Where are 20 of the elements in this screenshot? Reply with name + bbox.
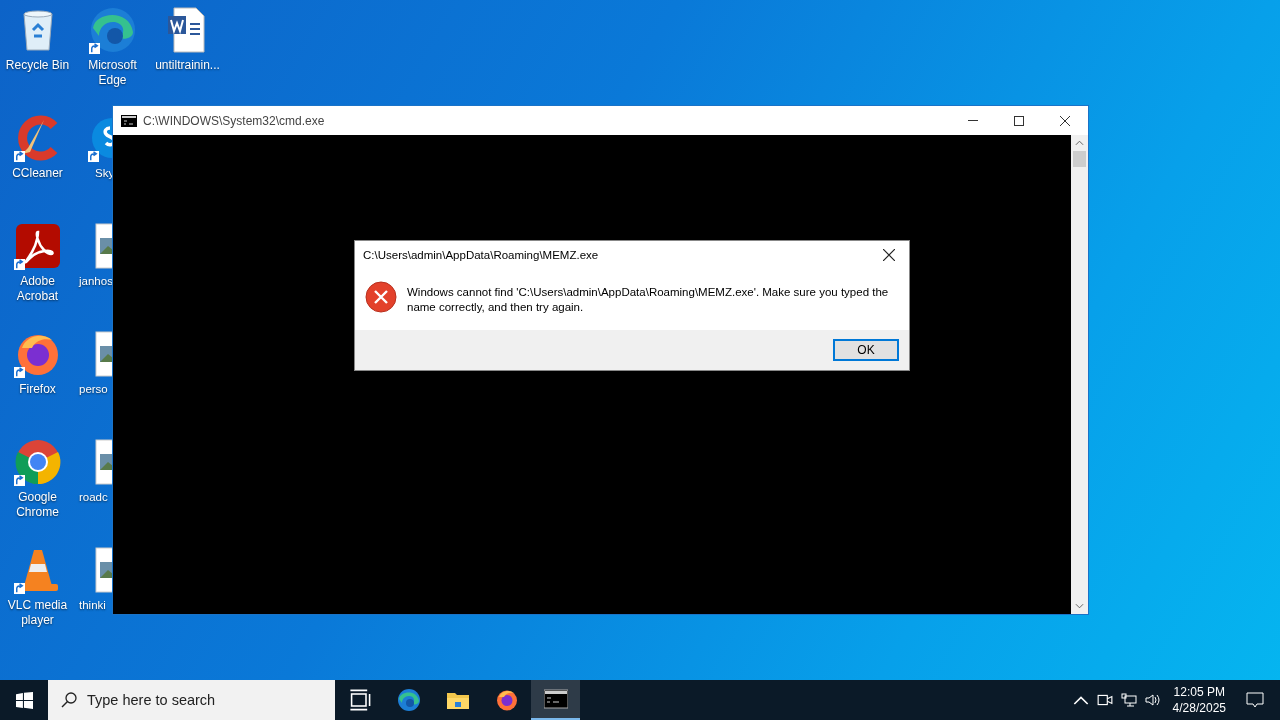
desktop-icon-label[interactable]: Recycle Bin	[0, 58, 75, 73]
clock-date[interactable]: 4/28/2025	[1172, 700, 1226, 716]
dialog-title: C:\Users\admin\AppData\Roaming\MEMZ.exe	[363, 249, 599, 261]
desktop-icon-label[interactable]: perso	[79, 382, 108, 397]
ok-button[interactable]: OK	[833, 339, 899, 361]
desktop-icon-label[interactable]: Google Chrome	[0, 490, 75, 520]
desktop-icon-label[interactable]: Sky	[95, 166, 115, 181]
desktop-icon-label[interactable]: untiltrainin...	[150, 58, 225, 73]
clock-time[interactable]: 12:05 PM	[1173, 684, 1225, 700]
desktop-icon-label[interactable]: thinki	[79, 598, 106, 613]
desktop-icon-label[interactable]: Firefox	[0, 382, 75, 397]
desktop-icon-label[interactable]: Microsoft Edge	[75, 58, 150, 88]
desktop-icon-label[interactable]: roadc	[79, 490, 108, 505]
desktop-icon-label[interactable]: CCleaner	[0, 166, 75, 181]
desktop-icon-label[interactable]: Adobe Acrobat	[0, 274, 75, 304]
desktop-icon-label[interactable]: VLC media player	[0, 598, 75, 628]
desktop-icon-label[interactable]: janhos	[79, 274, 113, 289]
search-field[interactable]: Type here to search	[48, 680, 335, 720]
window-title: C:\WINDOWS\System32\cmd.exe	[143, 113, 325, 128]
error-message: Windows cannot find 'C:\Users\admin\AppData\Roaming\MEMZ.exe'. Make sure you typed the name correctly, and then try again.	[407, 285, 890, 315]
